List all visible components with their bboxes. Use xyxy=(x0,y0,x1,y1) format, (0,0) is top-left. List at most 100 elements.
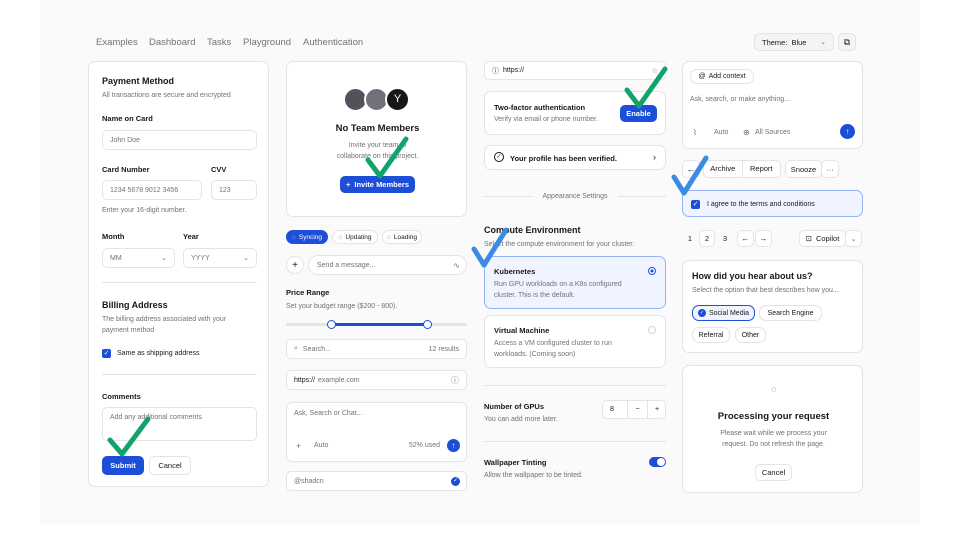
wallpaper-title: Wallpaper Tinting xyxy=(484,458,547,467)
processing-subtitle-2: request. Do not refresh the page. xyxy=(722,441,825,448)
option-search-engine[interactable]: Search Engine xyxy=(759,305,822,321)
card-number-input[interactable]: 1234 5678 9012 3456 xyxy=(102,180,202,200)
search-icon: ⌕ xyxy=(294,345,298,352)
toggle-knob xyxy=(657,458,665,466)
copilot-button[interactable]: ⊡ Copilot xyxy=(799,230,846,247)
send-button[interactable]: ↑ xyxy=(447,439,460,452)
cvv-input[interactable]: 123 xyxy=(211,180,257,200)
avatar: Y xyxy=(385,87,410,112)
send-button[interactable]: ↑ xyxy=(840,124,855,139)
option-virtual-machine[interactable]: Virtual Machine Access a VM configured c… xyxy=(484,315,666,368)
add-attachment-button[interactable]: + xyxy=(286,256,304,274)
processing-subtitle-1: Please wait while we process your xyxy=(720,430,827,437)
page-2-button[interactable]: 2 xyxy=(699,230,715,247)
plus-icon[interactable]: + xyxy=(647,401,666,418)
at-icon: @ xyxy=(698,73,706,80)
billing-subtitle-2: payment method xyxy=(102,327,155,334)
verified-text: Your profile has been verified. xyxy=(510,154,617,163)
next-button[interactable]: → xyxy=(755,230,772,247)
nav-item-authentication[interactable]: Authentication xyxy=(303,37,363,48)
price-slider[interactable] xyxy=(286,320,467,329)
search-input[interactable]: ⌕ Search... 12 results xyxy=(286,339,467,359)
minus-icon[interactable]: − xyxy=(627,401,647,418)
green-checkmark xyxy=(365,136,409,179)
report-button[interactable]: Report xyxy=(743,161,781,177)
context-placeholder[interactable]: Ask, search, or make anything... xyxy=(690,96,790,103)
add-context-button[interactable]: @ Add context xyxy=(690,69,754,84)
search-results-count: 12 results xyxy=(428,345,459,353)
mention-input[interactable]: @shadcn ✓ xyxy=(286,471,467,491)
context-composer: @ Add context Ask, search, or make anythi… xyxy=(682,61,863,149)
nav-item-tasks[interactable]: Tasks xyxy=(207,37,231,48)
message-placeholder: Send a message... xyxy=(317,261,376,269)
option-referral[interactable]: Referral xyxy=(692,327,730,343)
year-value: YYYY xyxy=(191,254,210,262)
radio-selected[interactable] xyxy=(648,267,656,275)
survey-card: How did you hear about us? Select the op… xyxy=(682,260,863,353)
paperclip-icon[interactable]: ⌇ xyxy=(693,128,697,137)
theme-value: Blue xyxy=(791,37,807,47)
option-social-media[interactable]: ✓ Social Media xyxy=(692,305,755,321)
copy-button[interactable]: ⧉ xyxy=(838,33,856,51)
more-button[interactable]: ··· xyxy=(821,160,839,178)
action-group: Archive Report xyxy=(703,160,781,178)
name-on-card-input[interactable]: John Doe xyxy=(102,130,257,150)
prev-button[interactable]: ← xyxy=(737,230,754,247)
updating-label: Updating xyxy=(345,233,372,241)
cancel-button[interactable]: Cancel xyxy=(149,456,191,475)
wallpaper-subtitle: Allow the wallpaper to be tinted. xyxy=(484,472,583,479)
year-label: Year xyxy=(183,232,199,241)
month-value: MM xyxy=(110,254,122,262)
check-circle-icon: ✓ xyxy=(451,476,460,486)
option-desc-2: workloads. (Coming soon) xyxy=(494,351,576,358)
page-1-button[interactable]: 1 xyxy=(682,230,698,247)
theme-select[interactable]: Theme: Blue ⌄ xyxy=(754,33,834,51)
nav-item-dashboard[interactable]: Dashboard xyxy=(149,37,195,48)
info-icon[interactable]: ⓘ xyxy=(451,375,459,386)
month-select[interactable]: MM ⌄ xyxy=(102,248,175,268)
same-shipping-checkbox[interactable]: ✓ xyxy=(102,349,111,358)
option-desc-2: cluster. This is the default. xyxy=(494,292,575,299)
terms-checkbox[interactable]: ✓ xyxy=(691,200,700,209)
gpus-stepper[interactable]: 8 − + xyxy=(602,400,666,419)
option-kubernetes[interactable]: Kubernetes Run GPU workloads on a K8s co… xyxy=(484,256,666,309)
mention-value: @shadcn xyxy=(294,477,324,485)
page-3-button[interactable]: 3 xyxy=(717,230,733,247)
year-select[interactable]: YYYY ⌄ xyxy=(183,248,257,268)
radio-unselected[interactable] xyxy=(648,326,656,334)
copilot-icon: ⊡ xyxy=(805,234,812,243)
chat-box[interactable]: Ask, Search or Chat... + Auto 52% used ↑ xyxy=(286,402,467,462)
copilot-dropdown-button[interactable]: ⌄ xyxy=(845,230,862,247)
chevron-down-icon: ⌄ xyxy=(161,255,167,262)
processing-cancel-button[interactable]: Cancel xyxy=(755,464,792,481)
snooze-button[interactable]: Snooze xyxy=(785,160,822,178)
chat-mode[interactable]: Auto xyxy=(314,442,328,449)
slider-thumb-high[interactable] xyxy=(422,320,432,329)
survey-title: How did you hear about us? xyxy=(692,271,813,281)
nav-item-playground[interactable]: Playground xyxy=(243,37,291,48)
copy-icon: ⧉ xyxy=(843,36,851,47)
spinner-icon: ◌ xyxy=(770,384,777,394)
terms-label: I agree to the terms and conditions xyxy=(707,201,815,208)
nav-item-examples[interactable]: Examples xyxy=(96,37,138,48)
plus-icon[interactable]: + xyxy=(296,441,301,451)
avatar-group: Y xyxy=(343,87,413,113)
chevron-right-icon: › xyxy=(653,152,656,162)
option-other[interactable]: Other xyxy=(735,327,766,343)
processing-card: ◌ Processing your request Please wait wh… xyxy=(682,365,863,493)
context-sources[interactable]: All Sources xyxy=(755,129,790,136)
url-input[interactable]: https:// example.com ⓘ xyxy=(286,370,467,390)
spinner-icon: ◌ xyxy=(386,233,391,241)
green-checkmark xyxy=(624,66,668,109)
option-desc-1: Access a VM configured cluster to run xyxy=(494,340,612,347)
verified-card[interactable]: ✓ Your profile has been verified. › xyxy=(484,145,666,170)
slider-thumb-low[interactable] xyxy=(326,320,336,329)
wallpaper-toggle[interactable] xyxy=(649,457,666,467)
option-desc-1: Run GPU workloads on a K8s configured xyxy=(494,281,622,288)
submit-button[interactable]: Submit xyxy=(102,456,144,475)
comments-label: Comments xyxy=(102,392,141,401)
audio-wave-icon[interactable]: ∿ xyxy=(453,261,460,270)
context-mode[interactable]: Auto xyxy=(714,129,728,136)
message-input[interactable]: Send a message... ∿ xyxy=(308,255,467,275)
check-circle-icon: ✓ xyxy=(697,309,706,317)
